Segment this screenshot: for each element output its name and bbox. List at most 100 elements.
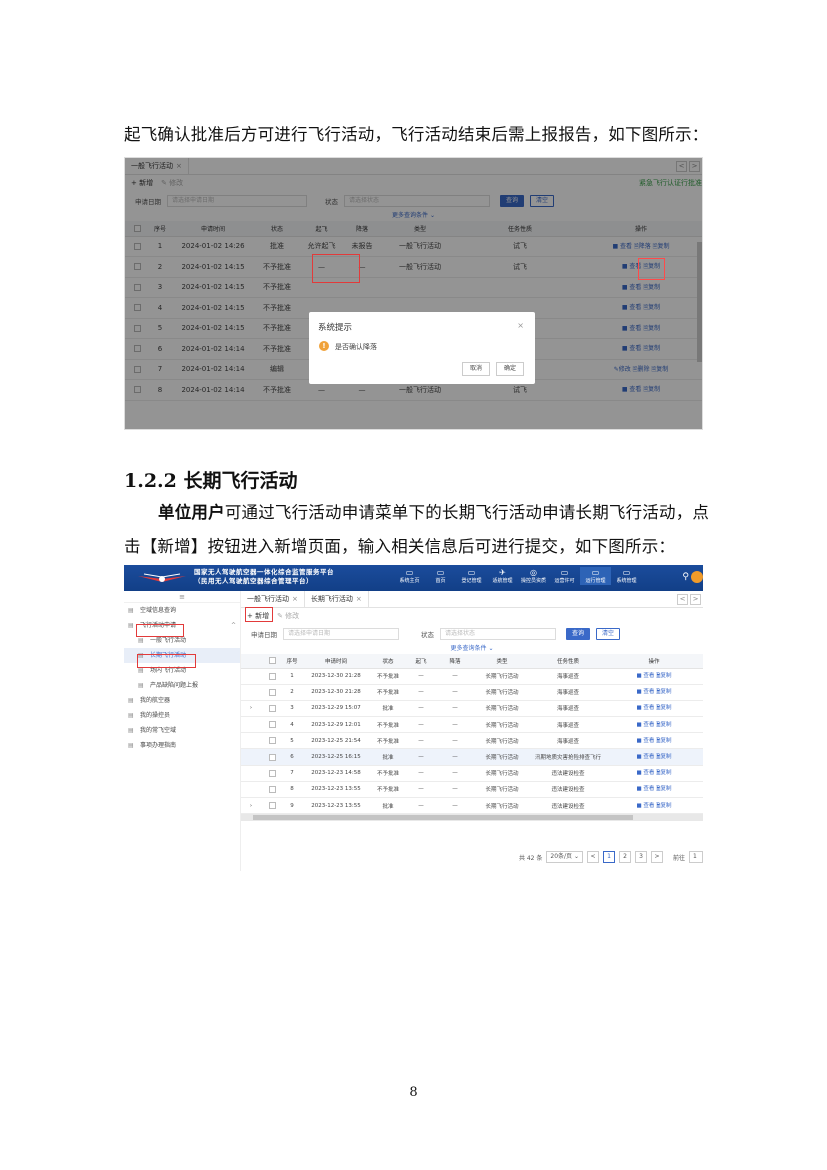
nav-item[interactable]: ◎ 操控员资质 (518, 567, 549, 585)
cell-nature: 海事巡查 (531, 668, 605, 685)
row-checkbox[interactable] (261, 668, 283, 685)
row-checkbox[interactable] (261, 684, 283, 701)
col-time: 申请时间 (301, 654, 371, 669)
table-row[interactable]: › 9 2023-12-23 13:55 批准 — — 长期飞行活动 违法建设检查 ■ 查看 🗎… (241, 797, 703, 815)
menu-toggle-icon[interactable]: ≡ (124, 591, 240, 603)
page-2-button[interactable]: 2 (618, 851, 631, 863)
page-3-button[interactable]: 3 (634, 851, 647, 863)
menu-item-icon: ▤ (128, 742, 134, 749)
chevron-right-icon[interactable]: > (690, 594, 701, 605)
goto-input[interactable]: 1 (689, 851, 703, 863)
nav-item[interactable]: ▭ 登记管理 (456, 567, 487, 585)
more-conditions-link[interactable]: 更多查询条件 ⌄ (241, 644, 703, 654)
confirm-dialog: 系统提示 × ! 是否确认降落 取消 确定 (309, 312, 535, 384)
total-count: 共 42 条 (518, 854, 543, 862)
table-row[interactable]: 6 2023-12-25 16:15 批准 — — 长期飞行活动 汛期地质灾害抢险排查飞行 ■… (241, 748, 703, 766)
cell-no: 3 (283, 700, 301, 718)
nav-item[interactable]: ✈ 适航管理 (487, 567, 518, 585)
sidebar-item[interactable]: ▤ 空域信息查询 (124, 603, 240, 618)
table-row[interactable]: › 3 2023-12-29 15:07 批准 — — 长期飞行活动 海事巡查 ■ 查看 🗎复制 (241, 700, 703, 718)
sidebar-item[interactable]: ▤ 我的航空器 (124, 693, 240, 708)
row-checkbox[interactable] (261, 700, 283, 718)
cell-expand[interactable] (241, 668, 261, 685)
cell-expand[interactable] (241, 684, 261, 701)
cancel-button[interactable]: 取消 (462, 362, 490, 376)
table-row[interactable]: 1 2023-12-30 21:28 不予批准 — — 长期飞行活动 海事巡查 ■ 查看 🗎复… (241, 668, 703, 685)
table-row[interactable]: 2 2023-12-30 21:28 不予批准 — — 长期飞行活动 海事巡查 ■ 查看 🗎复… (241, 684, 703, 701)
cell-ops[interactable]: ■ 查看 🗎复制 (605, 668, 703, 685)
status-select[interactable]: 请选择状态 (440, 628, 556, 640)
close-icon[interactable]: × (292, 595, 298, 603)
chevron-left-icon[interactable]: < (677, 594, 688, 605)
cell-nature: 海事巡查 (531, 700, 605, 718)
reset-button[interactable]: 清空 (596, 628, 621, 640)
tab-general-flight[interactable]: 一般飞行活动 × (241, 590, 305, 608)
table-row[interactable]: 5 2023-12-25 21:54 不予批准 — — 长期飞行活动 海事巡查 ■ 查看 🗎复… (241, 732, 703, 750)
chevron-up-icon[interactable]: ^ (231, 618, 236, 633)
row-checkbox[interactable] (261, 716, 283, 734)
cell-ops[interactable]: ■ 查看 🗎复制 (605, 748, 703, 766)
ok-button[interactable]: 确定 (496, 362, 524, 376)
sidebar-item[interactable]: ▤ 我的常飞空域 (124, 723, 240, 738)
horizontal-scrollbar[interactable] (241, 814, 703, 822)
table-row[interactable]: 7 2023-12-23 14:58 不予批准 — — 长期飞行活动 违法建设检查 ■ 查看 … (241, 765, 703, 782)
cell-status: 不予批准 (371, 668, 405, 685)
sidebar-item-label: 空域信息查询 (140, 607, 177, 614)
col-nature: 任务性质 (531, 654, 605, 669)
cell-time: 2023-12-23 14:58 (301, 765, 371, 782)
query-button[interactable]: 查询 (566, 628, 591, 640)
nav-item[interactable]: ▭ 系统管理 (611, 567, 642, 585)
cell-status: 批准 (371, 797, 405, 815)
sidebar-item[interactable]: ▤ 事项办理指南 (124, 738, 240, 753)
row-checkbox[interactable] (261, 732, 283, 750)
avatar[interactable] (691, 571, 703, 583)
cell-ops[interactable]: ■ 查看 🗎复制 (605, 765, 703, 782)
nav-item[interactable]: ▭ 运行管理 (580, 567, 611, 585)
nav-item[interactable]: ▭ 系统主页 (394, 567, 425, 585)
next-page-button[interactable]: > (650, 851, 663, 863)
date-input[interactable]: 请选择申请日期 (283, 628, 399, 640)
table-row[interactable]: 4 2023-12-29 12:01 不予批准 — — 长期飞行活动 海事巡查 ■ 查看 🗎复… (241, 716, 703, 734)
cell-expand[interactable]: › (241, 797, 261, 815)
search-icon[interactable]: ⚲ (682, 572, 689, 582)
table-row[interactable]: 8 2023-12-23 13:55 不予批准 — — 长期飞行活动 违法建设检查 ■ 查看 … (241, 781, 703, 799)
row-checkbox[interactable] (261, 781, 283, 799)
edit-button[interactable]: ✎ 修改 (277, 611, 299, 621)
nav-item[interactable]: ▭ 首页 (425, 567, 456, 585)
cell-land: — (437, 668, 473, 685)
menu-item-icon: ▤ (128, 712, 134, 719)
cell-expand[interactable] (241, 781, 261, 799)
page-1-button[interactable]: 1 (602, 851, 615, 863)
cell-ops[interactable]: ■ 查看 🗎复制 (605, 716, 703, 734)
sidebar-item[interactable]: ▤ 我的操控员 (124, 708, 240, 723)
cell-ops[interactable]: ■ 查看 🗎复制 (605, 684, 703, 701)
cell-time: 2023-12-23 13:55 (301, 797, 371, 815)
page-size-select[interactable]: 20条/页 ⌄ (546, 851, 583, 863)
close-icon[interactable]: × (356, 595, 362, 603)
cell-expand[interactable]: › (241, 700, 261, 718)
cell-type: 长期飞行活动 (473, 748, 531, 766)
date-label: 申请日期 (251, 631, 277, 639)
prev-page-button[interactable]: < (586, 851, 599, 863)
cell-expand[interactable] (241, 765, 261, 782)
cell-takeoff: — (405, 716, 437, 734)
cell-ops[interactable]: ■ 查看 🗎复制 (605, 797, 703, 815)
highlight-land-button (638, 258, 665, 280)
cell-no: 5 (283, 732, 301, 750)
cell-expand[interactable] (241, 748, 261, 766)
cell-type: 长期飞行活动 (473, 716, 531, 734)
cell-ops[interactable]: ■ 查看 🗎复制 (605, 700, 703, 718)
cell-ops[interactable]: ■ 查看 🗎复制 (605, 732, 703, 750)
nav-icon: ▭ (467, 568, 476, 577)
close-icon[interactable]: × (517, 321, 524, 330)
cell-status: 不予批准 (371, 716, 405, 734)
row-checkbox[interactable] (261, 797, 283, 815)
row-checkbox[interactable] (261, 765, 283, 782)
cell-expand[interactable] (241, 716, 261, 734)
cell-ops[interactable]: ■ 查看 🗎复制 (605, 781, 703, 799)
tab-long-term-flight[interactable]: 长期飞行活动 × (305, 590, 369, 608)
sidebar-item[interactable]: ▤ 产品缺陷问题上报 (124, 678, 240, 693)
nav-item[interactable]: ▭ 运营许可 (549, 567, 580, 585)
row-checkbox[interactable] (261, 748, 283, 766)
cell-expand[interactable] (241, 732, 261, 750)
